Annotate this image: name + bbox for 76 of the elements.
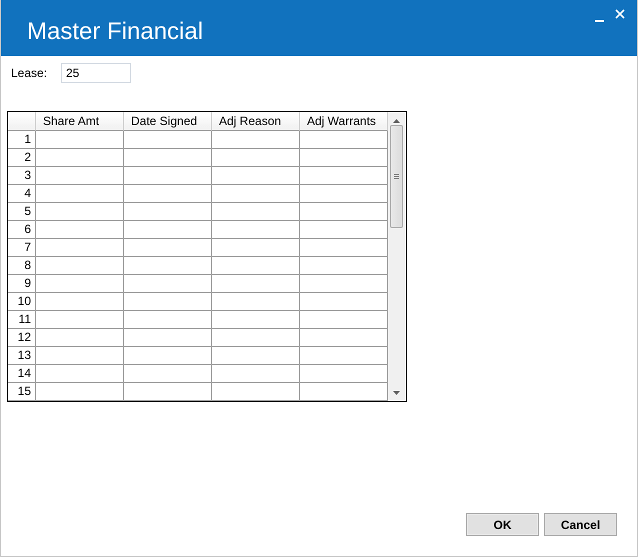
table-cell[interactable] <box>124 131 212 149</box>
table-cell[interactable] <box>36 221 124 239</box>
lease-field[interactable]: 25 <box>61 63 131 83</box>
row-header[interactable]: 8 <box>8 257 36 275</box>
table-cell[interactable] <box>124 329 212 347</box>
row-header[interactable]: 1 <box>8 131 36 149</box>
row-header[interactable]: 5 <box>8 203 36 221</box>
table-cell[interactable] <box>212 347 300 365</box>
table-cell[interactable] <box>124 383 212 401</box>
ok-button[interactable]: OK <box>466 513 539 536</box>
table-cell[interactable] <box>36 131 124 149</box>
table-cell[interactable] <box>36 167 124 185</box>
column-header[interactable]: Adj Warrants <box>300 112 388 131</box>
table-cell[interactable] <box>36 383 124 401</box>
row-header[interactable]: 3 <box>8 167 36 185</box>
table-cell[interactable] <box>36 275 124 293</box>
table-cell[interactable] <box>212 149 300 167</box>
row-header[interactable]: 11 <box>8 311 36 329</box>
table-cell[interactable] <box>212 383 300 401</box>
column-header[interactable]: Share Amt <box>36 112 124 131</box>
row-header[interactable]: 6 <box>8 221 36 239</box>
table-cell[interactable] <box>212 293 300 311</box>
table-cell[interactable] <box>36 293 124 311</box>
table-cell[interactable] <box>212 275 300 293</box>
column-header[interactable]: Adj Reason <box>212 112 300 131</box>
window-title: Master Financial <box>27 18 204 46</box>
row-header[interactable]: 15 <box>8 383 36 401</box>
table-cell[interactable] <box>36 365 124 383</box>
row-header[interactable]: 4 <box>8 185 36 203</box>
table-cell[interactable] <box>36 311 124 329</box>
table-cell[interactable] <box>36 257 124 275</box>
table-cell[interactable] <box>212 185 300 203</box>
row-header[interactable]: 7 <box>8 239 36 257</box>
row-header[interactable]: 12 <box>8 329 36 347</box>
table-cell[interactable] <box>124 203 212 221</box>
row-header[interactable]: 14 <box>8 365 36 383</box>
lease-label: Lease: <box>10 66 48 80</box>
table-cell[interactable] <box>36 329 124 347</box>
row-header[interactable]: 13 <box>8 347 36 365</box>
table-cell[interactable] <box>36 347 124 365</box>
table-cell[interactable] <box>212 131 300 149</box>
table-cell[interactable] <box>124 149 212 167</box>
table-cell[interactable] <box>212 329 300 347</box>
cancel-button[interactable]: Cancel <box>544 513 617 536</box>
table-cell[interactable] <box>36 239 124 257</box>
row-header[interactable]: 2 <box>8 149 36 167</box>
table-cell[interactable] <box>212 239 300 257</box>
table-cell[interactable] <box>124 185 212 203</box>
table-cell[interactable] <box>124 275 212 293</box>
table-cell[interactable] <box>212 221 300 239</box>
table-cell[interactable] <box>212 311 300 329</box>
row-header[interactable]: 9 <box>8 275 36 293</box>
table-cell[interactable] <box>124 311 212 329</box>
table-cell[interactable] <box>36 185 124 203</box>
table-cell[interactable] <box>124 257 212 275</box>
row-header[interactable]: 10 <box>8 293 36 311</box>
corner-header <box>8 112 36 131</box>
column-header[interactable]: Date Signed <box>124 112 212 131</box>
grip-icon <box>394 174 399 179</box>
table-cell[interactable] <box>212 365 300 383</box>
scroll-down-icon[interactable] <box>393 391 400 395</box>
table-cell[interactable] <box>212 203 300 221</box>
scrollbar[interactable] <box>388 112 405 401</box>
close-icon[interactable] <box>615 9 625 19</box>
table-cell[interactable] <box>36 149 124 167</box>
table-cell[interactable] <box>124 221 212 239</box>
scroll-up-icon[interactable] <box>393 119 400 123</box>
table-cell[interactable] <box>124 347 212 365</box>
table-cell[interactable] <box>124 167 212 185</box>
table-cell[interactable] <box>124 239 212 257</box>
table-cell[interactable] <box>36 203 124 221</box>
table-cell[interactable] <box>124 365 212 383</box>
table-cell[interactable] <box>212 257 300 275</box>
table-cell[interactable] <box>212 167 300 185</box>
scroll-thumb[interactable] <box>390 125 403 228</box>
table-cell[interactable] <box>124 293 212 311</box>
